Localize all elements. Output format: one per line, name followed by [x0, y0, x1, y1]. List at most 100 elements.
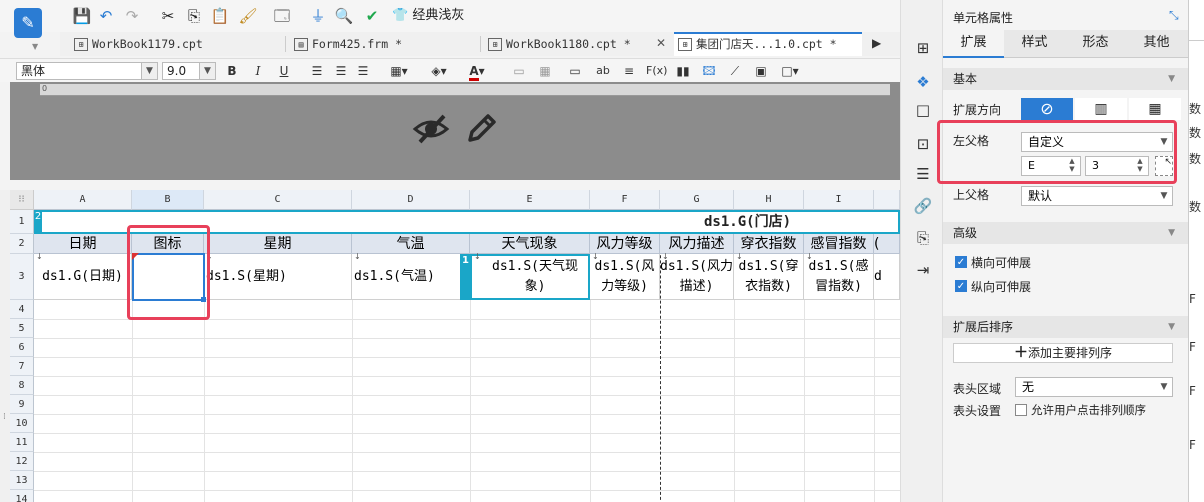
row-header-6[interactable]: 6	[10, 338, 34, 357]
check-icon[interactable]: ✔	[362, 6, 382, 26]
col-header-d[interactable]: D	[352, 190, 470, 210]
row-header-1[interactable]: 1	[10, 210, 34, 234]
align-left-icon[interactable]: ☰	[308, 62, 326, 80]
cell-a3-date[interactable]: ds1.G(日期)	[34, 254, 132, 300]
formula-icon[interactable]: F(x)	[646, 62, 667, 80]
col-header-h[interactable]: H	[734, 190, 804, 210]
search-report-icon[interactable]: 🔍	[334, 6, 354, 26]
classic-theme-button[interactable]: 👕 经典浅灰	[392, 6, 464, 26]
rich-text-icon[interactable]: ≡	[620, 62, 638, 80]
horizontal-expand-checkbox[interactable]: ✓	[955, 256, 967, 268]
slash-icon[interactable]: ⟋	[726, 62, 744, 80]
row-header-8[interactable]: 8	[10, 376, 34, 395]
paste-icon[interactable]: 📋	[210, 6, 230, 26]
upper-parent-select[interactable]: 默认 ▼	[1021, 186, 1173, 206]
import-icon[interactable]: ⇥	[913, 260, 933, 280]
cell-attribute-icon[interactable]: ⊞	[913, 38, 933, 58]
fill-color-icon[interactable]: ◈▾	[424, 62, 454, 80]
row-header-12[interactable]: 12	[10, 452, 34, 471]
data-entry-icon[interactable]: ⎘	[913, 228, 933, 248]
row-header-10[interactable]: 10	[10, 414, 34, 433]
tab-workbook1180[interactable]: ⊞ WorkBook1180.cpt *	[484, 32, 664, 56]
col-header-e[interactable]: E	[470, 190, 590, 210]
cell-style-icon[interactable]: □	[913, 100, 933, 120]
cell-d3-temperature[interactable]: ds1.S(气温)	[352, 254, 470, 300]
cut-icon[interactable]: ✂	[158, 6, 178, 26]
redo-icon[interactable]: ↷	[122, 6, 142, 26]
header-cold-index[interactable]: 感冒指数	[804, 234, 874, 254]
col-header-i[interactable]: I	[804, 190, 874, 210]
add-sort-button[interactable]: ＋添加主要排列序	[953, 343, 1173, 363]
header-overflow[interactable]: (	[874, 234, 900, 254]
copy-icon[interactable]: ⎘	[184, 6, 204, 26]
header-date[interactable]: 日期	[34, 234, 132, 254]
header-wind-desc[interactable]: 风力描述	[660, 234, 734, 254]
italic-icon[interactable]: I	[250, 62, 266, 80]
hide-eye-icon[interactable]	[412, 110, 450, 148]
row-header-5[interactable]: 5	[10, 319, 34, 338]
store-title-cell[interactable]: ds1.G(门店)	[660, 210, 900, 234]
col-header-j[interactable]	[874, 190, 900, 210]
col-header-b[interactable]: B	[132, 190, 204, 210]
tab-menu-icon[interactable]: ▶	[872, 36, 881, 50]
tab-form425[interactable]: ▤ Form425.frm *	[290, 32, 475, 56]
preview-icon[interactable]: 🗔	[272, 6, 292, 26]
cell-c3-weekday[interactable]: ds1.S(星期)	[204, 254, 352, 300]
col-header-g[interactable]: G	[660, 190, 734, 210]
font-color-icon[interactable]: A▾	[462, 62, 492, 81]
vertical-expand-button[interactable]: ▥	[1075, 98, 1127, 120]
merge-cell-icon[interactable]: ▭	[510, 62, 528, 80]
header-area-select[interactable]: 无 ▼	[1015, 377, 1173, 397]
row-header-13[interactable]: 13	[10, 471, 34, 490]
widget-icon[interactable]: ⊡	[913, 134, 933, 154]
row-header-11[interactable]: 11	[10, 433, 34, 452]
header-weekday[interactable]: 星期	[204, 234, 352, 254]
font-size-select[interactable]: 9.0 ▼	[162, 62, 216, 80]
row-header-2[interactable]: 2	[10, 234, 34, 254]
cell-h3-dress-index[interactable]: ds1.S(穿衣指数)	[734, 254, 804, 300]
vertical-expand-checkbox[interactable]: ✓	[955, 280, 967, 292]
undo-icon[interactable]: ↶	[96, 6, 116, 26]
hyperlink-icon[interactable]: 🔗	[913, 196, 933, 216]
row-header-3[interactable]: 3	[10, 254, 34, 300]
chart-icon[interactable]: ▮▮	[674, 62, 692, 80]
cell-j3-overflow[interactable]: d	[874, 254, 900, 300]
frame-icon[interactable]: □▾	[776, 62, 804, 80]
tab-other[interactable]: 其他	[1126, 30, 1187, 58]
row-header-9[interactable]: 9	[10, 395, 34, 414]
condition-icon[interactable]: ☰	[913, 164, 933, 184]
section-basic[interactable]: 基本 ▼	[943, 68, 1189, 90]
cell-f3-wind-level[interactable]: ds1.S(风力等级)	[590, 254, 660, 300]
component-icon[interactable]: ❖	[913, 72, 933, 92]
cell-g3-wind-desc[interactable]: ds1.S(风力描述)	[660, 254, 734, 300]
font-family-select[interactable]: 黑体 ▼	[16, 62, 158, 80]
bold-icon[interactable]: B	[224, 62, 240, 80]
cell-element-icon[interactable]: ▭	[566, 62, 584, 80]
edit-pencil-icon[interactable]	[462, 110, 500, 148]
section-sort[interactable]: 扩展后排序 ▼	[943, 316, 1189, 338]
border-icon[interactable]: ▦▾	[386, 62, 412, 80]
header-weather[interactable]: 天气现象	[470, 234, 590, 254]
align-center-icon[interactable]: ☰	[332, 62, 350, 80]
app-logo-icon[interactable]: ✎	[14, 8, 42, 38]
logo-dropdown-icon[interactable]: ▼	[32, 42, 38, 51]
row-header-14[interactable]: 14	[10, 490, 34, 502]
tab-store-weather[interactable]: ⊞ 集团门店天...1.0.cpt *	[674, 32, 862, 56]
tab-expand[interactable]: 扩展	[943, 30, 1004, 58]
allow-user-sort-checkbox[interactable]	[1015, 404, 1027, 416]
plugin-icon[interactable]: ⏚	[308, 6, 328, 26]
section-advanced[interactable]: 高级 ▼	[943, 222, 1189, 244]
col-header-f[interactable]: F	[590, 190, 660, 210]
tab-workbook1179[interactable]: ⊞ WorkBook1179.cpt	[70, 32, 270, 56]
row-header-7[interactable]: 7	[10, 357, 34, 376]
image-icon[interactable]: 🖾	[700, 62, 718, 80]
col-header-c[interactable]: C	[204, 190, 352, 210]
text-icon[interactable]: ab	[594, 62, 612, 80]
cell-e3-weather[interactable]: ds1.S(天气现象)	[470, 254, 590, 300]
spreadsheet-grid[interactable]: ⁝⁝ A B C D E F G H I 1 2 3 4 5 6 7 8 9 1…	[10, 190, 900, 502]
sub-report-icon[interactable]: ▣	[752, 62, 770, 80]
header-temperature[interactable]: 气温	[352, 234, 470, 254]
split-cell-icon[interactable]: ▦	[536, 62, 554, 80]
row-header-4[interactable]: 4	[10, 300, 34, 319]
format-brush-icon[interactable]: 🖌	[238, 6, 258, 26]
